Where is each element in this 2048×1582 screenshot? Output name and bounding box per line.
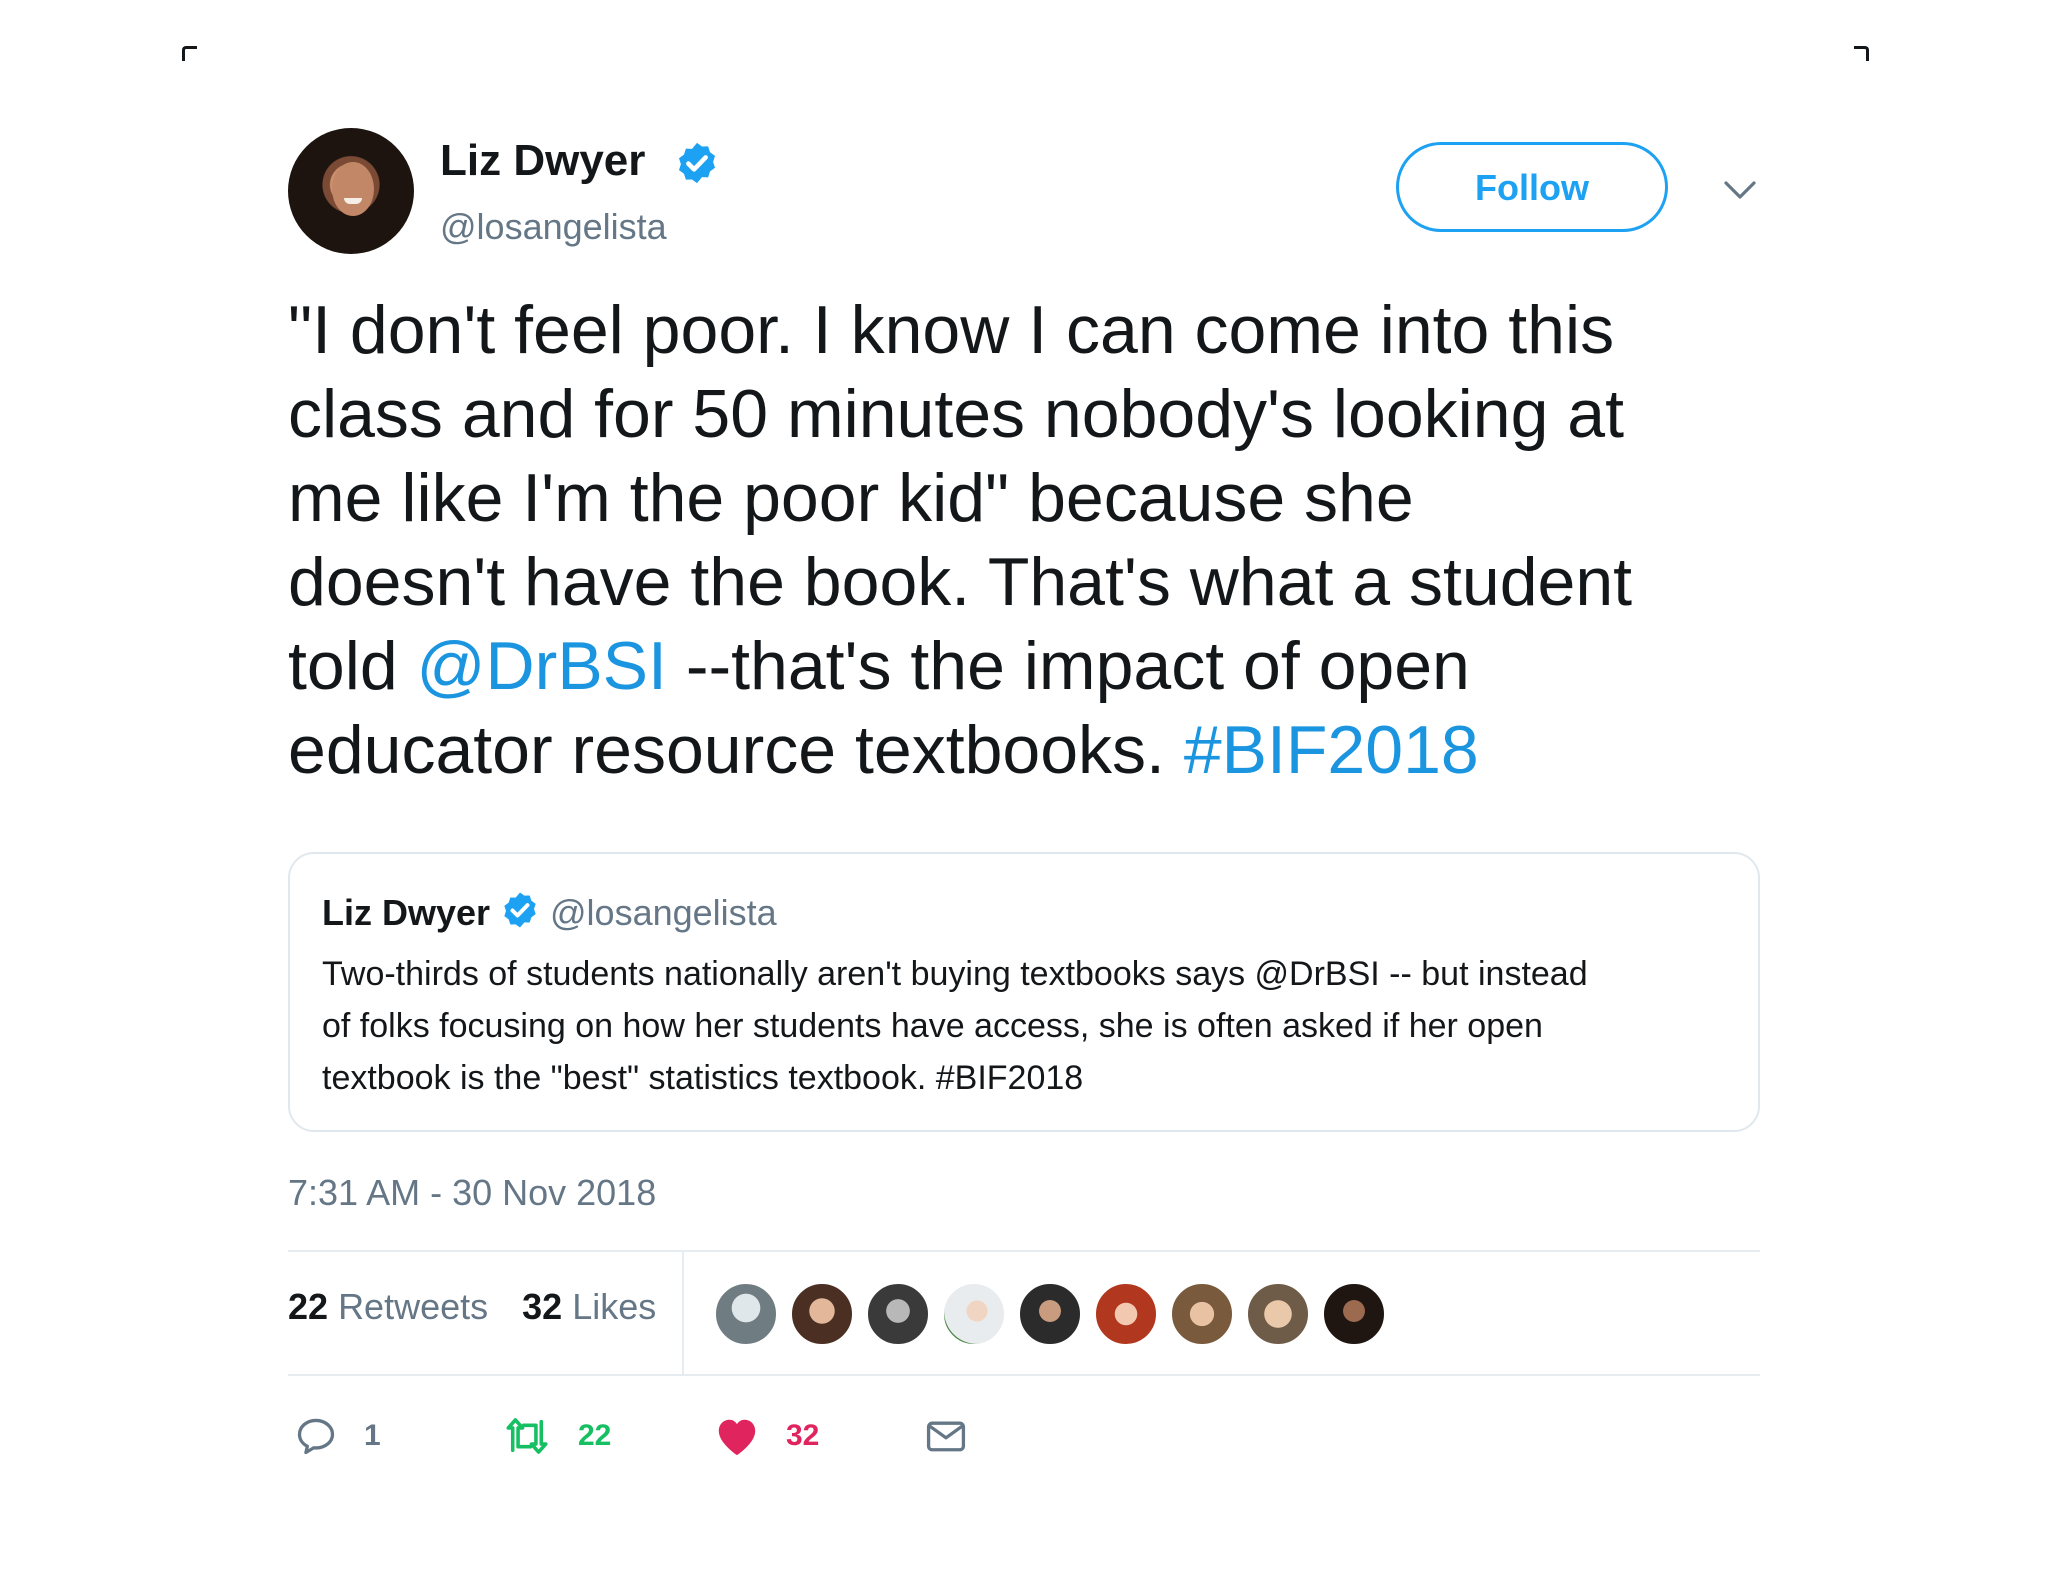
tweet-text-line: doesn't have the book. That's what a stu… [288,544,1633,620]
card-corner-top-left [182,46,197,61]
liker-avatar[interactable] [1246,1282,1310,1346]
tweet-stats: 22 Retweets 32 Likes [288,1286,680,1328]
tweet-text-line: class and for 50 minutes nobody's lookin… [288,376,1624,452]
retweets-label: Retweets [338,1286,489,1327]
envelope-icon [926,1421,966,1452]
direct-message-action[interactable] [924,1408,968,1464]
retweet-action[interactable]: 22 [502,1408,611,1464]
mention-link[interactable]: @DrBSI [417,628,667,704]
text-segment: educator resource textbooks. [288,712,1184,788]
tweet-text-line: me like I'm the poor kid" because she [288,460,1414,536]
hashtag-link[interactable]: #BIF2018 [1184,712,1479,788]
author-name[interactable]: Liz Dwyer [440,136,645,186]
author-handle[interactable]: @losangelista [440,206,667,248]
text-segment: --that's the impact of open [666,628,1470,704]
like-action[interactable]: 32 [714,1408,819,1464]
tweet-actions: 1 22 32 [288,1408,1088,1468]
heart-icon [718,1419,756,1456]
quoted-tweet[interactable]: Liz Dwyer @losangelista Two-thirds of st… [288,852,1760,1132]
liker-avatar[interactable] [1322,1282,1386,1346]
likes-count: 32 [522,1286,563,1327]
quoted-text-line: Two-thirds of students nationally aren't… [322,955,1588,993]
tweet-text: "I don't feel poor. I know I can come in… [288,288,1788,792]
liker-avatar[interactable] [714,1282,778,1346]
liker-avatar[interactable] [1094,1282,1158,1346]
stats-top-divider [288,1250,1760,1252]
like-count: 32 [786,1419,820,1452]
reply-count: 1 [364,1419,381,1452]
tweet-text-line: educator resource textbooks. #BIF2018 [288,708,1788,792]
author-avatar[interactable] [288,128,414,254]
retweet-count: 22 [578,1419,612,1452]
stats-bottom-divider [288,1374,1760,1376]
quoted-author-name: Liz Dwyer [322,892,491,933]
likes-stat[interactable]: 32 Likes [522,1286,656,1328]
follow-button[interactable]: Follow [1396,142,1668,232]
quoted-tweet-text: Two-thirds of students nationally aren't… [322,948,1742,1104]
tweet-text-line: told @DrBSI --that's the impact of open [288,624,1788,708]
liker-avatar[interactable] [942,1282,1006,1346]
text-segment: told [288,628,417,704]
liker-avatar[interactable] [1018,1282,1082,1346]
reply-icon [297,1418,335,1455]
quoted-text-line: textbook is the "best" statistics textbo… [322,1059,1084,1097]
liker-avatar[interactable] [790,1282,854,1346]
avatar-face [332,162,374,216]
liker-avatars [714,1282,1394,1346]
verified-badge-icon [678,142,716,184]
quoted-text-line: of folks focusing on how her students ha… [322,1007,1543,1045]
card-corner-top-right [1854,46,1869,61]
retweets-stat[interactable]: 22 Retweets [288,1286,488,1328]
quoted-author-handle: @losangelista [550,892,777,933]
reply-action[interactable]: 1 [294,1408,381,1464]
stats-vertical-divider [682,1252,684,1374]
liker-avatar[interactable] [866,1282,930,1346]
chevron-down-icon[interactable] [1722,178,1758,202]
tweet-text-line: "I don't feel poor. I know I can come in… [288,292,1615,368]
tweet-timestamp[interactable]: 7:31 AM - 30 Nov 2018 [288,1172,656,1214]
liker-avatar[interactable] [1170,1282,1234,1346]
retweets-count: 22 [288,1286,329,1327]
likes-label: Likes [572,1286,657,1327]
retweet-icon [506,1418,548,1454]
verified-badge-icon [504,892,536,928]
